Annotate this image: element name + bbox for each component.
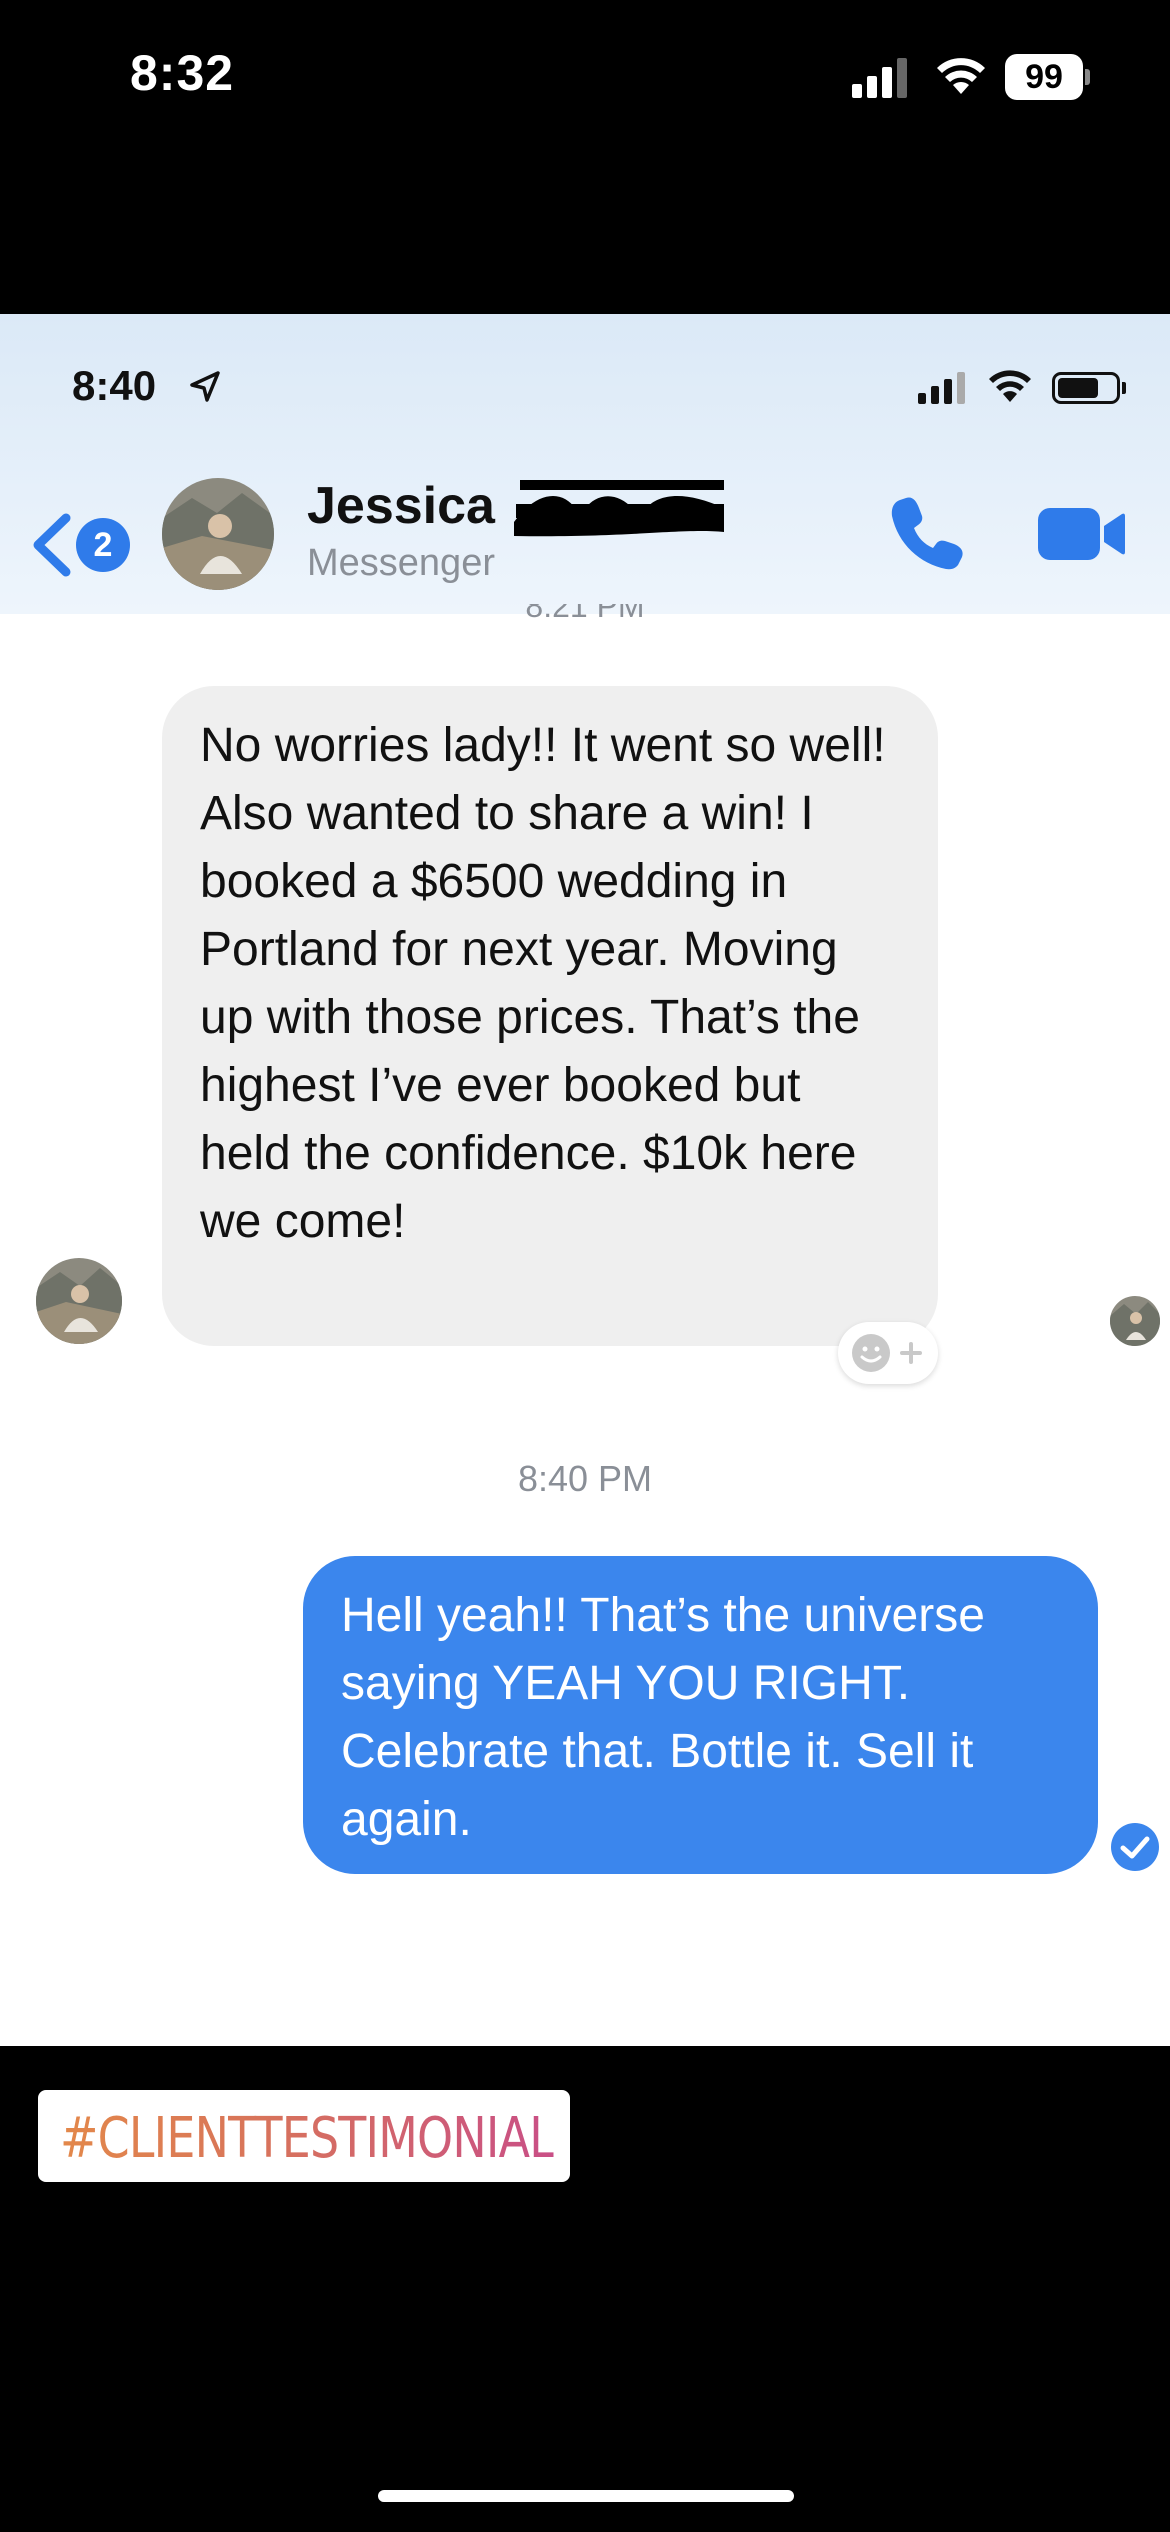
- battery-icon: [1052, 372, 1128, 404]
- wifi-icon: [989, 370, 1031, 402]
- outgoing-message-text: Hell yeah!! That’s the universe saying Y…: [341, 1589, 985, 1846]
- hashtag-text: #CLIENTTESTIMONIAL: [60, 2106, 555, 2171]
- contact-subtitle: Messenger: [307, 542, 495, 584]
- incoming-message-bubble[interactable]: No worries lady!! It went so well! Also …: [162, 686, 938, 1346]
- seen-receipt-avatar: [1110, 1296, 1160, 1346]
- wifi-icon: [937, 58, 985, 94]
- sender-avatar[interactable]: [36, 1258, 122, 1344]
- cellular-signal-icon: [852, 58, 907, 98]
- battery-icon: 99: [1005, 54, 1091, 100]
- outgoing-message-bubble[interactable]: Hell yeah!! That’s the universe saying Y…: [303, 1556, 1098, 1874]
- location-arrow-icon: [190, 371, 220, 402]
- hashtag-sticker[interactable]: #CLIENTTESTIMONIAL: [38, 2090, 570, 2182]
- back-button[interactable]: 2: [26, 500, 136, 590]
- redaction-scribble: [514, 480, 724, 537]
- timestamp-divider: 8:40 PM: [517, 1458, 653, 1499]
- phone-icon[interactable]: [888, 492, 968, 572]
- story-status-time: 8:32: [130, 45, 235, 101]
- contact-name[interactable]: Jessica: [307, 476, 495, 536]
- add-reaction-icon: [852, 1334, 922, 1372]
- incoming-message-text: No worries lady!! It went so well! Also …: [200, 719, 886, 1248]
- sent-check-icon: [1111, 1823, 1159, 1871]
- back-chevron-icon: [33, 513, 71, 577]
- unread-count-badge: 2: [76, 518, 130, 572]
- messenger-screenshot: 8:40 2 Jessica Messenger 8:21 PM No worr…: [0, 314, 1170, 2046]
- battery-level: 99: [1025, 58, 1063, 96]
- story-status-bar: 8:32 99: [0, 0, 1170, 150]
- cellular-signal-icon: [918, 372, 965, 404]
- video-camera-icon[interactable]: [1036, 504, 1126, 564]
- timestamp-partial: 8:21 PM: [525, 604, 645, 624]
- home-indicator[interactable]: [378, 2490, 794, 2502]
- conversation-header: 8:40 2 Jessica Messenger: [0, 314, 1170, 614]
- inner-status-time: 8:40: [72, 362, 157, 409]
- contact-avatar[interactable]: [162, 478, 274, 590]
- add-reaction-button[interactable]: [838, 1322, 938, 1384]
